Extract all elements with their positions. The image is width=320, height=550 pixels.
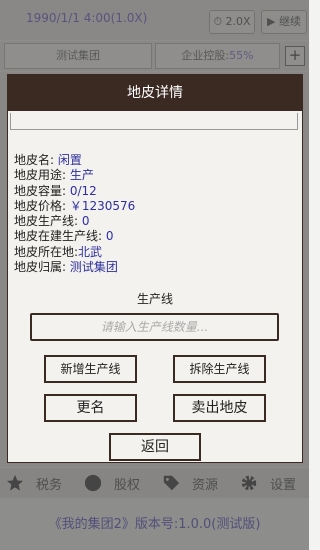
field-price: 地皮价格: ￥1230576 [14,199,135,214]
field-value: 0 [81,214,90,229]
field-value: ￥1230576 [69,198,136,213]
production-line-title: 生产线 [136,292,173,306]
sell-land-button[interactable]: 卖出地皮 [173,394,266,422]
rename-button[interactable]: 更名 [44,394,137,422]
field-value: 闲置 [57,153,82,167]
field-value: 测试集团 [69,260,118,275]
field-usage: 地皮用途: 生产 [14,168,135,183]
field-label: 地皮在建生产线: [14,229,106,244]
field-label: 地皮归属: [14,260,70,275]
land-info: 地皮名: 闲置 地皮用途: 生产 地皮容量: 0/12 地皮价格: ￥12305… [14,153,135,275]
dialog-title: 地皮详情 [8,75,302,111]
field-value: 生产 [69,168,94,183]
back-button[interactable]: 返回 [109,433,201,461]
field-value: 0 [105,229,114,244]
field-value: 0/12 [69,183,97,198]
field-capacity: 地皮容量: 0/12 [14,184,135,199]
field-label: 地皮价格: [14,198,70,213]
field-label: 地皮用途: [14,168,70,183]
field-label: 地皮名: [14,153,58,167]
remove-production-line-button[interactable]: 拆除生产线 [173,355,266,383]
production-line-quantity-input[interactable] [30,313,279,341]
field-location: 地皮所在地:北武 [14,245,135,260]
field-label: 地皮容量: [14,183,70,198]
field-lines: 地皮生产线: 0 [14,214,135,229]
land-detail-dialog: 地皮详情 地皮名: 闲置 地皮用途: 生产 地皮容量: 0/12 地皮价格: ￥… [7,74,303,463]
field-owner: 地皮归属: 测试集团 [14,260,135,275]
field-building-lines: 地皮在建生产线: 0 [14,229,135,244]
field-name: 地皮名: 闲置 [14,153,135,168]
field-value: 北武 [78,244,103,259]
add-production-line-button[interactable]: 新增生产线 [44,355,137,383]
field-label: 地皮所在地: [14,244,79,259]
field-label: 地皮生产线: [14,214,82,229]
dialog-inner-frame [10,113,298,130]
